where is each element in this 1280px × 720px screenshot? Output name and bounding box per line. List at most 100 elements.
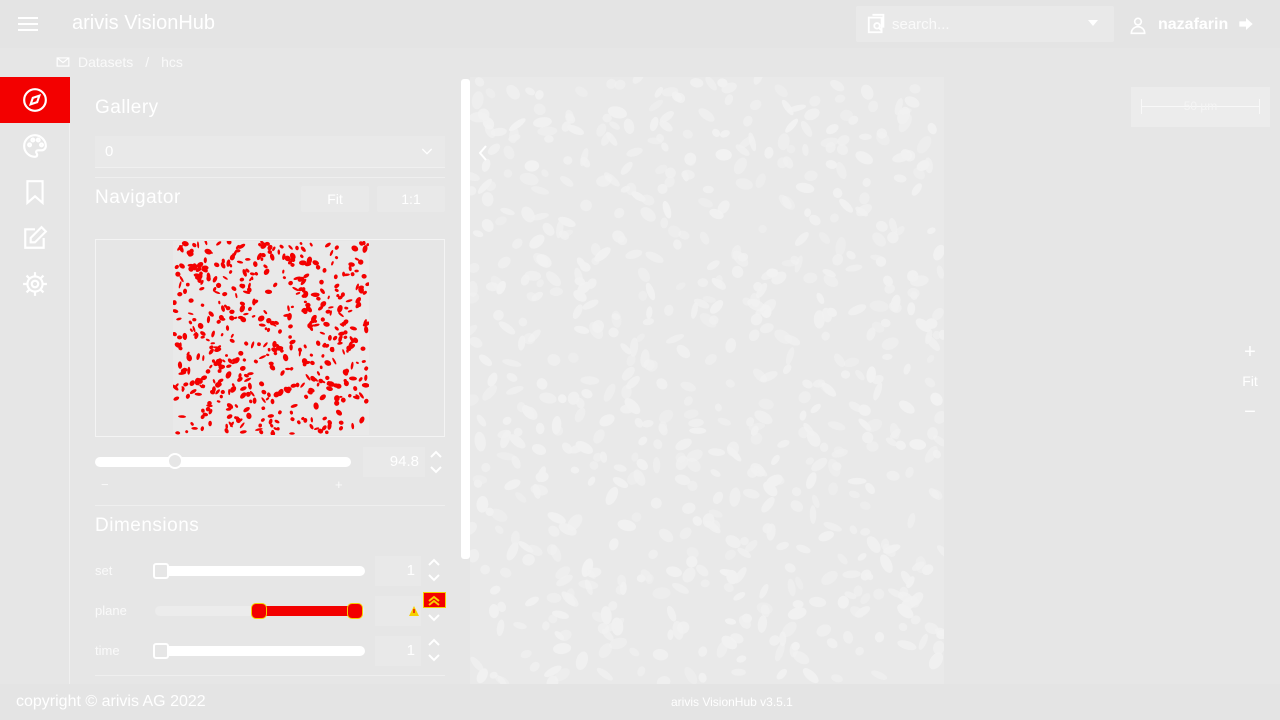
nucleus-marker [267, 392, 271, 398]
sidebar-item-bookmarks[interactable] [0, 169, 70, 215]
nucleus [512, 238, 523, 249]
zoom-out-button[interactable]: − [1238, 401, 1262, 424]
nucleus [533, 103, 546, 116]
time-slider[interactable] [153, 643, 365, 659]
microscopy-image[interactable] [470, 77, 944, 684]
plane-range-end-thumb[interactable] [347, 603, 363, 619]
set-value-input[interactable]: 1 [375, 556, 421, 586]
nucleus [692, 516, 703, 526]
plane-range-slider[interactable] [155, 603, 365, 619]
zoom-stepper-icon[interactable] [429, 448, 443, 478]
bookmark-icon [26, 180, 44, 205]
nucleus [637, 267, 651, 282]
nucleus-marker [300, 382, 305, 388]
nucleus [481, 192, 494, 207]
nucleus [680, 381, 696, 392]
dimension-label: plane [95, 603, 127, 618]
nucleus [659, 409, 674, 424]
nucleus [697, 278, 709, 288]
one-to-one-button[interactable]: 1:1 [377, 186, 445, 212]
nucleus [826, 123, 839, 135]
nucleus [629, 647, 640, 657]
image-viewer[interactable]: 50 µm + Fit − [470, 77, 1280, 684]
nucleus [470, 186, 477, 196]
set-slider[interactable] [153, 563, 365, 579]
logout-icon[interactable] [1238, 16, 1254, 32]
plane-range-start-thumb[interactable] [251, 603, 267, 619]
time-slider-thumb[interactable] [153, 643, 169, 659]
sidebar-item-settings[interactable] [0, 261, 70, 307]
top-bar: arivis VisionHub nazafarin [0, 0, 1280, 48]
sidebar-item-colors[interactable] [0, 123, 70, 169]
breadcrumb-datasets[interactable]: Datasets [78, 54, 133, 70]
nucleus [506, 372, 518, 382]
zoom-in-button[interactable]: + [1238, 341, 1262, 364]
search-dropdown-icon[interactable] [1088, 20, 1098, 26]
nucleus [895, 440, 906, 450]
nucleus-marker [288, 324, 293, 329]
time-value-input[interactable]: 1 [375, 636, 421, 666]
time-stepper-icon[interactable] [427, 636, 441, 666]
zoom-fit-button[interactable]: Fit [1238, 373, 1262, 389]
nucleus [936, 545, 944, 559]
nucleus-marker [361, 273, 367, 279]
gallery-select[interactable]: 0 [95, 136, 445, 168]
collapse-panel-icon[interactable] [476, 143, 490, 163]
nucleus-marker [177, 335, 183, 340]
breadcrumb-hcs[interactable]: hcs [161, 54, 183, 70]
sidebar-item-annotations[interactable] [0, 215, 70, 261]
nucleus [470, 262, 480, 273]
copyright-text: copyright © arivis AG 2022 [16, 693, 206, 710]
nucleus-marker [187, 312, 194, 315]
nucleus-marker [320, 317, 325, 322]
set-slider-thumb[interactable] [153, 563, 169, 579]
nucleus [489, 585, 501, 595]
nucleus [714, 403, 722, 412]
nucleus-marker [177, 361, 183, 369]
nucleus [679, 527, 692, 540]
version-text: arivis VisionHub v3.5.1 [671, 695, 793, 709]
nucleus-marker [316, 371, 321, 376]
nucleus [494, 525, 504, 534]
nucleus [481, 218, 494, 232]
nucleus [905, 466, 914, 478]
nucleus-marker [188, 320, 193, 325]
nucleus-marker [322, 268, 327, 273]
nucleus-marker [265, 397, 270, 401]
nucleus-marker [267, 414, 274, 418]
nucleus [855, 369, 865, 381]
nucleus-marker [261, 397, 266, 403]
expand-range-button[interactable] [423, 592, 446, 608]
nucleus-marker [354, 269, 359, 273]
zoom-slider-thumb[interactable] [167, 453, 183, 469]
search-box[interactable] [856, 6, 1114, 42]
user-menu[interactable]: nazafarin [1128, 13, 1228, 37]
nucleus [690, 78, 704, 88]
nucleus-marker [185, 393, 190, 399]
nucleus [574, 407, 586, 423]
navigator-thumbnail[interactable] [172, 239, 371, 436]
navigator-frame[interactable] [95, 239, 445, 437]
search-input[interactable] [892, 14, 1072, 34]
nucleus [821, 570, 838, 585]
nucleus-marker [315, 340, 321, 346]
zoom-value-input[interactable]: 94.8 [363, 447, 425, 477]
nucleus [656, 378, 668, 390]
nucleus-marker [200, 426, 205, 432]
nucleus-marker [196, 353, 201, 361]
nucleus-marker [178, 415, 187, 418]
nucleus [545, 271, 562, 287]
nucleus [496, 619, 505, 637]
nucleus-marker [244, 377, 252, 382]
zoom-slider[interactable] [95, 453, 351, 469]
nucleus [785, 118, 799, 133]
sidebar-item-navigation[interactable] [0, 77, 70, 123]
set-stepper-icon[interactable] [427, 556, 441, 586]
menu-icon[interactable] [16, 14, 40, 34]
fit-button[interactable]: Fit [301, 186, 369, 212]
dimension-label: set [95, 563, 113, 578]
nucleus-marker [328, 306, 334, 309]
nucleus [903, 363, 911, 375]
nucleus-marker [319, 279, 324, 285]
panel-scrollbar[interactable] [461, 79, 470, 559]
